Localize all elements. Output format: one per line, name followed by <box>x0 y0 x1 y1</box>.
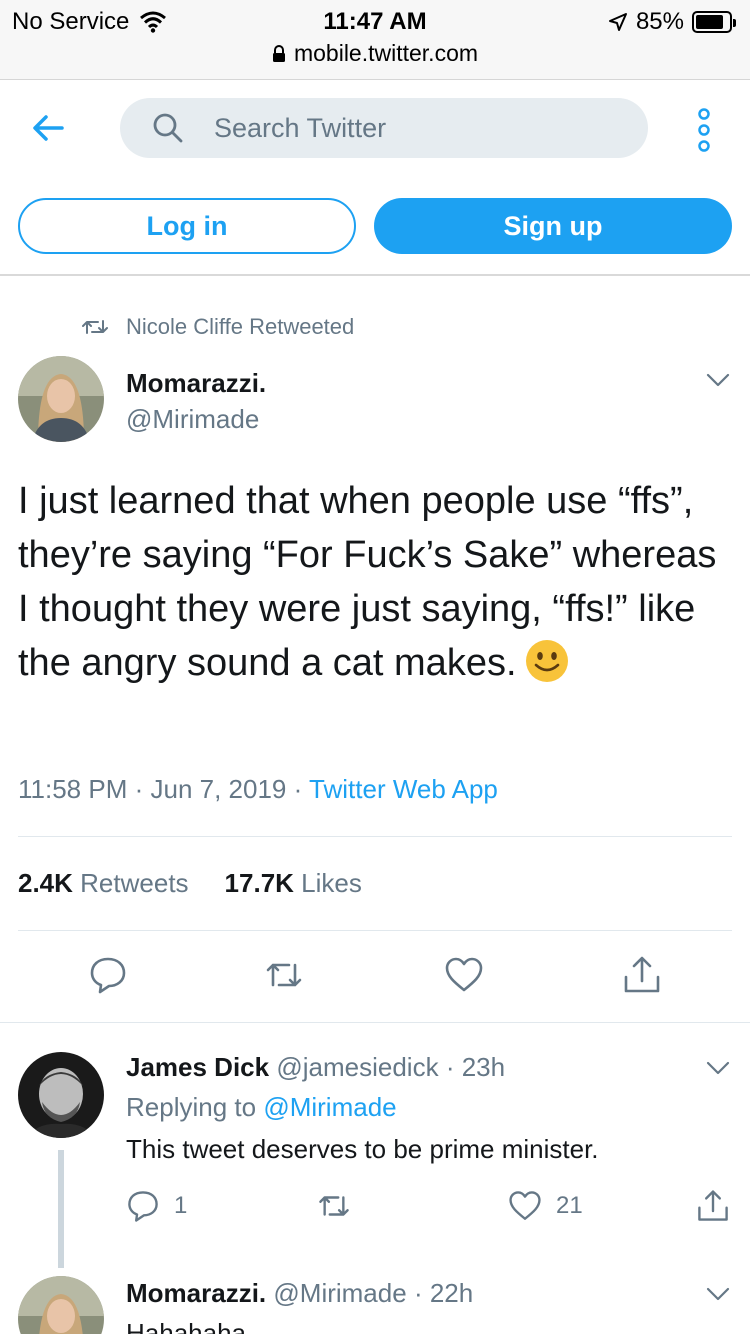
avatar-image <box>18 356 104 442</box>
share-icon[interactable] <box>622 955 662 995</box>
replying-to-prefix: Replying to <box>126 1092 257 1122</box>
tweet-meta: 11:58 PM · Jun 7, 2019 · Twitter Web App <box>18 774 498 805</box>
retweet-icon[interactable] <box>264 955 304 995</box>
reply-author-handle[interactable]: @jamesiedick <box>276 1052 438 1082</box>
divider <box>18 836 732 837</box>
chevron-down-icon[interactable] <box>706 1286 730 1302</box>
reply-avatar[interactable] <box>18 1052 104 1138</box>
login-button[interactable]: Log in <box>18 198 356 254</box>
reply-retweet-button[interactable] <box>316 1188 352 1224</box>
signup-button[interactable]: Sign up <box>374 198 732 254</box>
reply-count: 1 <box>174 1192 188 1219</box>
share-icon <box>698 1190 728 1221</box>
next-reply-age[interactable]: 22h <box>430 1278 473 1308</box>
reply-like-button[interactable]: 21 <box>508 1188 583 1224</box>
retweeted-by-label[interactable]: Nicole Cliffe Retweeted <box>126 314 354 340</box>
tweet-date: Jun 7, 2019 <box>150 774 287 804</box>
reply-text: This tweet deserves to be prime minister… <box>126 1134 599 1164</box>
location-arrow-icon <box>608 13 627 31</box>
like-heart-icon[interactable] <box>444 955 484 995</box>
retweets-count-link[interactable]: 2.4K Retweets <box>18 868 189 899</box>
tweet-time: 11:58 PM <box>18 774 128 804</box>
replying-to-handle[interactable]: @Mirimade <box>263 1092 396 1122</box>
author-name[interactable]: Momarazzi. <box>126 368 266 399</box>
search-input[interactable]: Search Twitter <box>120 98 648 158</box>
address-bar[interactable]: mobile.twitter.com <box>0 40 750 67</box>
battery-percent: 85% <box>635 8 684 35</box>
reply-share-button[interactable] <box>696 1188 730 1224</box>
search-placeholder: Search Twitter <box>214 112 387 143</box>
retweets-count: 2.4K <box>18 868 73 898</box>
status-bar: No Service 11:47 AM 85% mobile.twitter.c… <box>0 0 750 80</box>
next-reply-avatar-image <box>18 1276 104 1334</box>
replying-to: Replying to @Mirimade <box>126 1092 397 1123</box>
divider <box>0 1022 750 1023</box>
tweet-text: I just learned that when people use “ffs… <box>18 474 732 690</box>
likes-count: 17.7K <box>224 868 294 898</box>
reply-author-name[interactable]: James Dick <box>126 1052 269 1082</box>
status-right: 85% <box>608 8 736 36</box>
likes-label: Likes <box>301 868 362 898</box>
reply-age[interactable]: 23h <box>462 1052 505 1082</box>
chevron-down-icon[interactable] <box>706 1060 730 1076</box>
engagement-counts: 2.4K Retweets 17.7K Likes <box>18 868 362 899</box>
likes-count-link[interactable]: 17.7K Likes <box>225 868 362 899</box>
like-heart-icon <box>509 1191 541 1220</box>
tweet-text-content: I just learned that when people use “ffs… <box>18 480 717 684</box>
reply-icon <box>128 1191 158 1222</box>
retweet-context: Nicole Cliffe Retweeted <box>82 314 354 340</box>
next-reply-author-handle[interactable]: @Mirimade <box>273 1278 406 1308</box>
retweet-icon <box>82 320 108 334</box>
reply-header: James Dick @jamesiedick · 23h <box>126 1052 505 1083</box>
battery-icon <box>692 11 736 33</box>
back-arrow-icon[interactable] <box>28 108 68 148</box>
battery-fill <box>696 15 724 29</box>
smiley-emoji-icon <box>525 640 568 682</box>
reply-icon[interactable] <box>88 955 128 995</box>
reply-reply-button[interactable]: 1 <box>126 1188 187 1224</box>
search-icon <box>153 113 183 143</box>
like-count: 21 <box>556 1192 583 1219</box>
next-reply-avatar[interactable] <box>18 1276 104 1334</box>
lock-icon <box>272 44 285 62</box>
meta-separator: · <box>134 774 151 804</box>
divider <box>18 930 732 931</box>
tweet-actions <box>0 955 750 1005</box>
chevron-down-icon[interactable] <box>706 372 730 388</box>
next-reply-author-name[interactable]: Momarazzi. <box>126 1278 266 1308</box>
more-options-icon[interactable] <box>694 108 714 152</box>
auth-bar: Log in Sign up <box>0 178 750 276</box>
meta-separator: · <box>445 1052 462 1082</box>
meta-separator: · <box>413 1278 430 1308</box>
next-reply-text: Hahahaha <box>126 1318 246 1334</box>
url-text: mobile.twitter.com <box>293 40 479 66</box>
avatar[interactable] <box>18 356 104 442</box>
top-nav: Search Twitter <box>0 80 750 178</box>
author-handle[interactable]: @Mirimade <box>126 404 259 435</box>
retweet-icon <box>319 1196 349 1216</box>
next-reply-header: Momarazzi. @Mirimade · 22h <box>126 1278 473 1309</box>
tweet-source-link[interactable]: Twitter Web App <box>309 774 498 804</box>
retweets-label: Retweets <box>80 868 189 898</box>
reply-avatar-image <box>18 1052 104 1138</box>
thread-line <box>58 1150 64 1268</box>
meta-separator: · <box>293 774 310 804</box>
